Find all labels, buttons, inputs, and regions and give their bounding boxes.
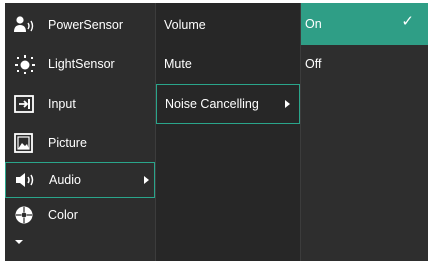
option-off[interactable]: Off [301,46,428,82]
submenu-item-label: Noise Cancelling [165,97,259,111]
menu-item-lightsensor[interactable]: LightSensor [5,46,155,82]
menu-item-label: PowerSensor [48,18,124,32]
menu-item-label: LightSensor [48,57,115,71]
checkmark-icon: ✓ [401,13,414,30]
menu-item-color[interactable]: Color [5,197,155,233]
picture-icon [13,133,35,153]
chevron-right-icon [285,100,290,108]
submenu-item-mute[interactable]: Mute [156,46,300,82]
option-on[interactable]: On ✓ [301,3,428,45]
menu-item-audio[interactable]: Audio [5,162,155,198]
submenu-item-label: Volume [164,18,206,32]
menu-item-label: Picture [48,136,87,150]
light-sensor-icon [13,54,35,74]
menu-item-label: Color [48,208,78,222]
power-sensor-icon [13,15,35,35]
menu-item-label: Audio [49,173,81,187]
menu-item-label: Input [48,97,76,111]
submenu-item-label: Mute [164,57,192,71]
option-label: Off [305,57,322,71]
submenu-item-volume[interactable]: Volume [156,7,300,43]
more-down-icon[interactable] [15,240,23,244]
color-icon [13,205,35,225]
input-icon [13,94,35,114]
audio-submenu-panel: Volume Mute Noise Cancelling [155,3,300,261]
menu-item-powersensor[interactable]: PowerSensor [5,7,155,43]
noise-cancelling-options-panel: On ✓ Off [300,3,428,261]
submenu-item-noise-cancelling[interactable]: Noise Cancelling [156,84,300,124]
option-label: On [305,17,322,31]
main-menu-panel: PowerSensor LightSensor Input Picture Au… [5,3,155,261]
chevron-right-icon [144,176,149,184]
menu-item-input[interactable]: Input [5,86,155,122]
menu-item-picture[interactable]: Picture [5,125,155,161]
audio-icon [14,170,36,190]
